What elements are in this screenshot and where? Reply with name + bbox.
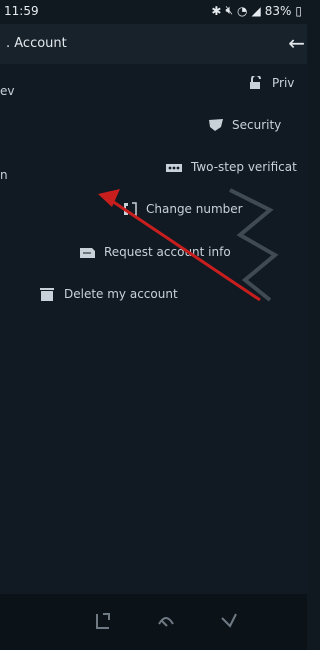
settings-item-delete-account[interactable]: Delete my account xyxy=(38,287,178,301)
status-time: 11:59 xyxy=(4,4,39,18)
trash-icon xyxy=(38,287,58,301)
settings-item-privacy[interactable]: Priv xyxy=(246,76,294,90)
back-arrow-icon[interactable]: ← xyxy=(288,31,305,55)
home-icon[interactable] xyxy=(155,610,177,632)
lock-icon xyxy=(246,76,266,90)
document-icon xyxy=(78,245,98,259)
settings-list xyxy=(0,64,307,594)
settings-item-two-step[interactable]: Two-step verificat xyxy=(165,160,297,174)
settings-item-request-info[interactable]: Request account info xyxy=(78,245,231,259)
battery-percent: 83% xyxy=(264,3,292,18)
edge-fragment-2: n xyxy=(0,168,8,182)
settings-item-change-number[interactable]: Change number xyxy=(120,202,243,216)
mute-icon: 🔇︎ xyxy=(225,3,233,17)
status-bar: 11:59 ✱ 🔇︎ ◔ ◢ 83% ▯ xyxy=(0,0,307,24)
status-icons: ✱ 🔇︎ ◔ ◢ 83% ▯ xyxy=(211,3,302,18)
settings-item-label: Request account info xyxy=(104,245,231,259)
recents-icon[interactable] xyxy=(92,610,114,632)
wifi-icon: ◔ xyxy=(237,3,248,18)
shield-icon xyxy=(206,118,226,132)
navigation-bar xyxy=(0,594,307,650)
battery-icon: ▯ xyxy=(295,3,302,18)
edge-fragment-1: ev xyxy=(0,84,15,98)
dots-icon xyxy=(165,160,185,174)
settings-item-label: Two-step verificat xyxy=(191,160,297,174)
settings-item-label: Security xyxy=(232,118,282,132)
back-icon[interactable] xyxy=(218,610,240,632)
app-bar: . Account ← xyxy=(0,24,307,64)
settings-item-label: Change number xyxy=(146,202,243,216)
page-title: . Account xyxy=(6,36,67,51)
settings-item-label: Delete my account xyxy=(64,287,178,301)
signal-icon: ◢ xyxy=(251,3,261,18)
phone-icon xyxy=(120,202,140,216)
bluetooth-icon: ✱ xyxy=(211,3,222,18)
settings-item-label: Priv xyxy=(272,76,295,90)
settings-item-security[interactable]: Security xyxy=(206,118,281,132)
